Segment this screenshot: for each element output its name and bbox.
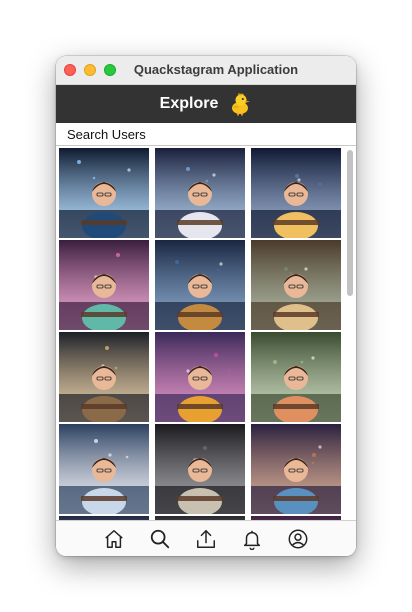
profile-button[interactable] (286, 527, 310, 551)
app-window: Quackstagram Application Explore Search … (56, 56, 356, 556)
upload-icon (197, 530, 215, 548)
image-thumbnail[interactable] (59, 424, 149, 514)
bottom-navigation (56, 520, 356, 556)
upload-button[interactable] (194, 527, 218, 551)
home-button[interactable] (102, 527, 126, 551)
image-thumbnail[interactable] (155, 148, 245, 238)
image-thumbnail[interactable] (59, 148, 149, 238)
image-thumbnail[interactable] (251, 240, 341, 330)
title-bar: Quackstagram Application (56, 56, 356, 85)
search-button[interactable] (148, 527, 172, 551)
page-title: Explore (159, 95, 219, 112)
explore-grid-scroll[interactable] (56, 146, 356, 520)
scrollbar-thumb[interactable] (347, 150, 353, 296)
image-thumbnail[interactable] (155, 240, 245, 330)
image-thumbnail[interactable] (59, 332, 149, 422)
image-grid (59, 148, 343, 520)
search-users-field[interactable]: Search Users (56, 123, 356, 146)
duck-icon (228, 92, 252, 116)
image-thumbnail[interactable] (251, 424, 341, 514)
image-thumbnail[interactable] (251, 332, 341, 422)
image-thumbnail[interactable] (155, 332, 245, 422)
image-thumbnail[interactable] (155, 424, 245, 514)
image-thumbnail[interactable] (59, 240, 149, 330)
bell-icon (243, 530, 261, 550)
explore-header: Explore (56, 85, 356, 123)
image-thumbnail[interactable] (251, 148, 341, 238)
profile-icon (288, 529, 308, 549)
notifications-button[interactable] (240, 527, 264, 551)
home-icon (105, 530, 123, 548)
search-icon (150, 529, 170, 549)
window-title: Quackstagram Application (133, 62, 299, 77)
